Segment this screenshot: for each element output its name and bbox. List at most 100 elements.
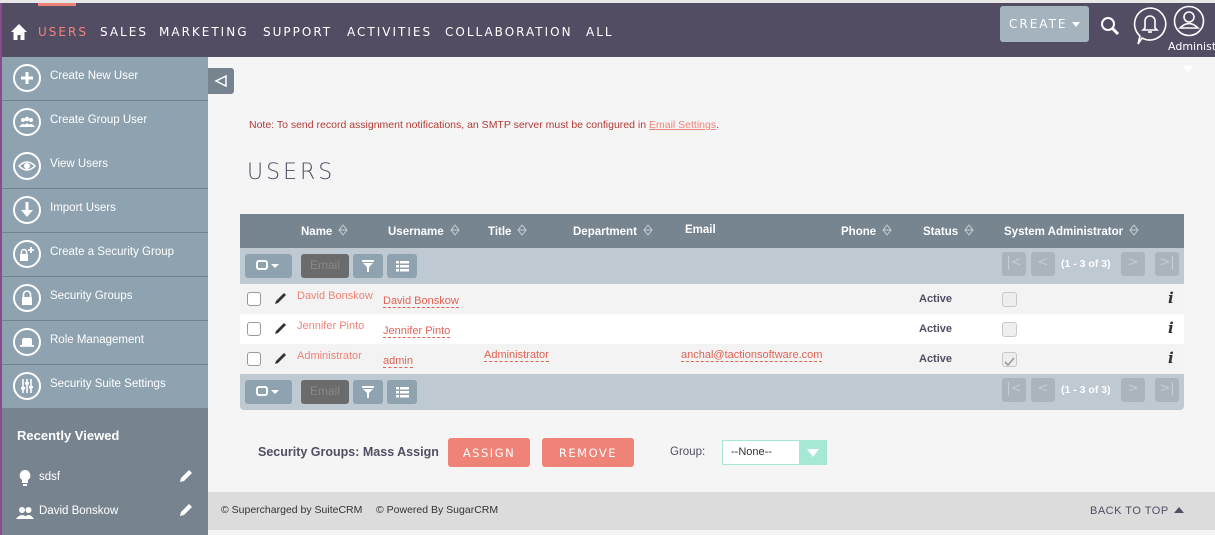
bulk-select-dropdown[interactable]: [245, 380, 292, 404]
info-icon[interactable]: i: [1168, 289, 1174, 307]
column-header-phone[interactable]: Phone: [841, 224, 892, 238]
column-header-title[interactable]: Title: [488, 224, 528, 238]
sidebar-item-view-users[interactable]: View Users: [2, 145, 208, 189]
sidebar-item-label: Import Users: [50, 202, 116, 214]
back-to-top-link[interactable]: BACK TO TOP: [1090, 505, 1184, 517]
home-icon[interactable]: [10, 23, 28, 41]
pencil-icon[interactable]: [178, 502, 194, 518]
nav-activities[interactable]: ACTIVITIES: [347, 25, 432, 39]
plus-icon: [13, 64, 41, 92]
column-header-system-administrator[interactable]: System Administrator: [1004, 224, 1139, 238]
powered-by-link[interactable]: © Powered By SugarCRM: [376, 504, 498, 516]
nav-users[interactable]: USERS: [38, 25, 88, 39]
column-chooser-button[interactable]: [387, 380, 417, 404]
pencil-icon[interactable]: [274, 351, 288, 365]
sidebar-item-security-suite-settings[interactable]: Security Suite Settings: [2, 365, 208, 409]
user-menu-label[interactable]: Administ: [1168, 40, 1215, 53]
assign-button[interactable]: ASSIGN: [448, 438, 530, 467]
last-page-button[interactable]: >|: [1155, 252, 1179, 276]
user-name-link[interactable]: David Bonskow: [297, 290, 373, 302]
list-icon: [396, 261, 409, 272]
prev-page-button[interactable]: <: [1031, 252, 1055, 276]
column-header-department[interactable]: Department: [573, 224, 653, 238]
filter-button[interactable]: [353, 380, 383, 404]
next-page-button[interactable]: >: [1121, 252, 1145, 276]
table-row: Administrator admin Administrator anchal…: [240, 344, 1184, 374]
chevron-down-icon: [799, 441, 826, 464]
user-menu-caret-icon[interactable]: [1182, 66, 1194, 72]
page-title: USERS: [247, 160, 336, 185]
filter-button[interactable]: [353, 254, 383, 278]
info-icon[interactable]: i: [1168, 319, 1174, 337]
search-icon[interactable]: [1099, 15, 1121, 37]
username-link[interactable]: Jennifer Pinto: [383, 325, 451, 338]
sidebar-item-import-users[interactable]: Import Users: [2, 189, 208, 233]
column-header-username[interactable]: Username: [388, 224, 460, 238]
username-link[interactable]: admin: [383, 355, 413, 368]
sidebar: Create New User Create Group User View U…: [0, 57, 208, 535]
bulk-select-dropdown[interactable]: [245, 254, 292, 278]
pagination-count: (1 - 3 of 3): [1061, 384, 1111, 396]
title-link[interactable]: Administrator: [484, 349, 549, 362]
status-value: Active: [919, 293, 953, 305]
users-table: Name Username Title Department Email Pho…: [240, 214, 1184, 410]
last-page-button[interactable]: >|: [1155, 378, 1179, 402]
group-select[interactable]: --None--: [722, 440, 827, 465]
column-header-email: Email: [685, 224, 716, 236]
sidebar-item-role-management[interactable]: Role Management: [2, 321, 208, 365]
sidebar-item-security-groups[interactable]: Security Groups: [2, 277, 208, 321]
first-page-button[interactable]: |<: [1002, 252, 1026, 276]
row-checkbox[interactable]: [247, 352, 261, 366]
nav-collaboration[interactable]: COLLABORATION: [445, 25, 573, 39]
nav-support[interactable]: SUPPORT: [263, 25, 332, 39]
row-checkbox[interactable]: [247, 292, 261, 306]
info-icon[interactable]: i: [1168, 349, 1174, 367]
row-checkbox[interactable]: [247, 322, 261, 336]
list-toolbar-top: Email |< < (1 - 3 of 3) > >|: [240, 248, 1184, 284]
sidebar-item-create-security-group[interactable]: Create a Security Group: [2, 233, 208, 277]
recently-viewed-panel: Recently Viewed sdsf David Bonskow: [2, 408, 208, 535]
user-icon[interactable]: [1173, 5, 1205, 37]
sort-icon: [517, 224, 528, 236]
pencil-icon[interactable]: [274, 321, 288, 335]
user-name-link[interactable]: Administrator: [297, 350, 362, 362]
remove-button[interactable]: REMOVE: [542, 438, 634, 467]
sidebar-item-label: Role Management: [50, 334, 144, 346]
username-link[interactable]: David Bonskow: [383, 295, 459, 308]
nav-marketing[interactable]: MARKETING: [159, 25, 249, 39]
caret-down-icon: [1072, 22, 1080, 27]
first-page-button[interactable]: |<: [1002, 378, 1026, 402]
status-value: Active: [919, 323, 953, 335]
checkmark-icon: [1004, 357, 1015, 367]
footer: © Supercharged by SuiteCRM © Powered By …: [208, 492, 1215, 530]
sidebar-item-create-new-user[interactable]: Create New User: [2, 57, 208, 101]
column-chooser-button[interactable]: [387, 254, 417, 278]
next-page-button[interactable]: >: [1121, 378, 1145, 402]
email-settings-link[interactable]: Email Settings: [649, 119, 716, 131]
list-icon: [396, 387, 409, 398]
user-name-link[interactable]: Jennifer Pinto: [297, 320, 364, 332]
top-navbar: USERS SALES MARKETING SUPPORT ACTIVITIES…: [0, 3, 1215, 57]
bell-icon[interactable]: [1132, 6, 1168, 46]
column-header-status[interactable]: Status: [923, 224, 974, 238]
email-button[interactable]: Email: [301, 254, 349, 278]
email-button[interactable]: Email: [301, 380, 349, 404]
hat-icon: [13, 328, 41, 356]
pencil-icon[interactable]: [274, 291, 288, 305]
recent-item[interactable]: David Bonskow: [2, 497, 208, 527]
recent-item[interactable]: sdsf: [2, 463, 208, 493]
nav-all[interactable]: ALL: [586, 25, 614, 39]
lock-plus-icon: [13, 240, 41, 268]
prev-page-button[interactable]: <: [1031, 378, 1055, 402]
sidebar-item-create-group-user[interactable]: Create Group User: [2, 101, 208, 145]
column-header-name[interactable]: Name: [301, 224, 348, 238]
supercharged-link[interactable]: © Supercharged by SuiteCRM: [221, 504, 362, 516]
pencil-icon[interactable]: [178, 468, 194, 484]
create-button[interactable]: CREATE: [1000, 6, 1089, 42]
email-link[interactable]: anchal@tactionsoftware.com: [681, 349, 823, 362]
collapse-sidebar-button[interactable]: [208, 68, 234, 94]
note-end: .: [716, 119, 720, 131]
sort-icon: [449, 224, 460, 236]
filter-icon: [362, 260, 374, 272]
nav-sales[interactable]: SALES: [100, 25, 148, 39]
